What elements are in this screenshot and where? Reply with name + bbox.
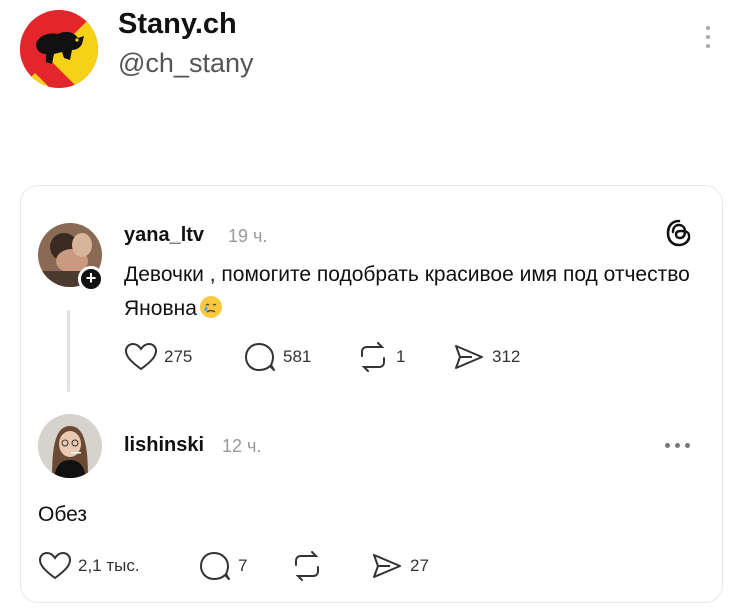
avatar[interactable] (38, 414, 102, 478)
send-icon (455, 345, 483, 369)
like-button[interactable]: 2,1 тыс. (38, 551, 140, 581)
repost-icon (361, 342, 385, 372)
embedded-thread-card (20, 185, 723, 603)
reply-timestamp: 12 ч. (222, 436, 262, 456)
reply-button[interactable]: 7 (198, 551, 247, 581)
like-count: 2,1 тыс. (78, 556, 140, 575)
repost-count: 1 (396, 347, 406, 366)
repost-button[interactable] (290, 551, 324, 581)
reply-text: Обез (38, 503, 87, 526)
thread-connector (67, 310, 70, 392)
send-icon (373, 554, 401, 578)
reply-count: 581 (283, 347, 312, 366)
comment-bubble-icon (245, 343, 275, 371)
post-text: Девочки , помогите подобрать красивое им… (124, 258, 704, 326)
repost-icon (295, 551, 319, 581)
reply-button[interactable]: 581 (243, 342, 311, 372)
comment-bubble-icon (200, 552, 230, 580)
account-name[interactable]: Stany.ch (118, 8, 237, 41)
repost-button[interactable]: 1 (356, 342, 405, 372)
post-timestamp: 19 ч. (228, 226, 268, 246)
reply-count: 7 (238, 556, 248, 575)
heart-icon (38, 551, 72, 580)
like-count: 275 (164, 347, 193, 366)
more-icon[interactable] (665, 443, 690, 448)
more-options-icon[interactable] (702, 26, 714, 54)
account-handle[interactable]: @ch_stany (118, 48, 253, 79)
like-button[interactable]: 275 (124, 342, 192, 372)
share-button[interactable]: 312 (452, 342, 520, 372)
heart-icon (124, 342, 158, 371)
share-button[interactable]: 27 (370, 551, 429, 581)
account-avatar[interactable] (20, 10, 98, 88)
threads-logo-icon[interactable] (664, 218, 694, 248)
share-count: 27 (410, 556, 429, 575)
crying-face-emoji-icon (199, 295, 223, 319)
follow-plus-icon[interactable]: + (78, 266, 104, 292)
reply-username[interactable]: lishinski (124, 434, 204, 457)
post-username[interactable]: yana_ltv (124, 224, 204, 247)
share-count: 312 (492, 347, 521, 366)
bern-bear-flag-icon (20, 10, 98, 88)
